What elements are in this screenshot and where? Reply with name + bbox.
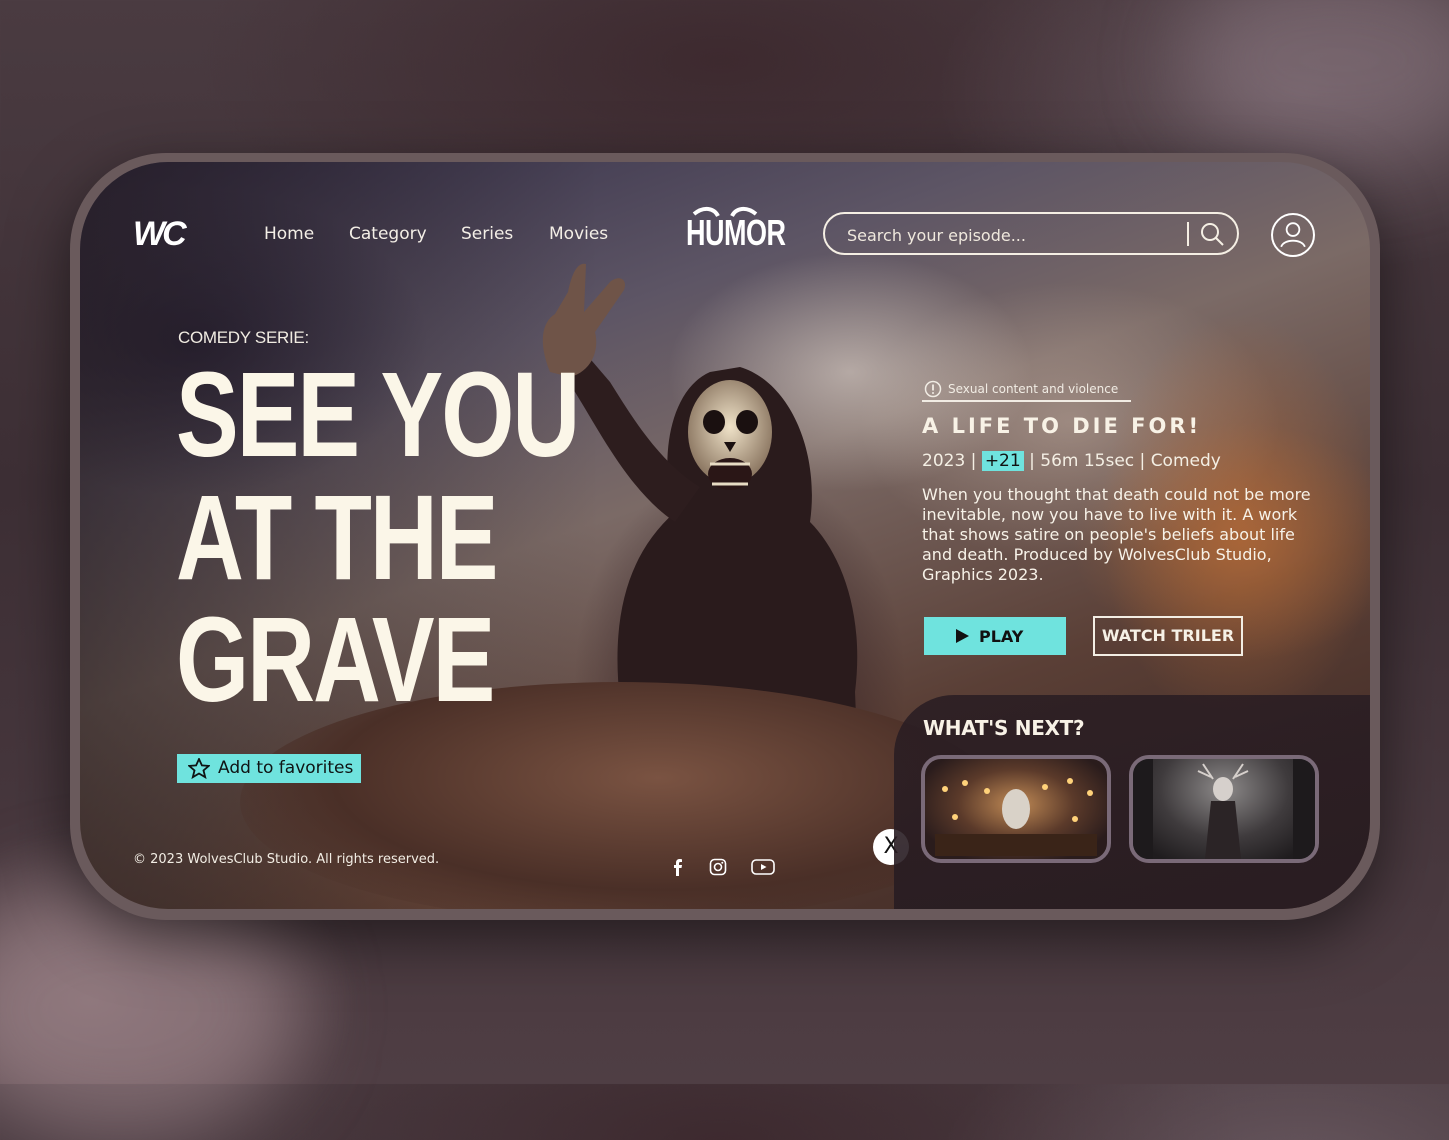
play-label: PLAY <box>979 627 1024 646</box>
user-icon[interactable] <box>1271 213 1315 257</box>
next-episode-thumbnail-2[interactable] <box>1129 755 1319 863</box>
nav-home[interactable]: Home <box>264 224 314 244</box>
hero-title-line-2: AT THE <box>176 470 498 605</box>
search-input[interactable] <box>845 222 1179 248</box>
search-divider <box>1187 222 1189 246</box>
candles-scene-image <box>935 778 1097 856</box>
episode-genre: Comedy <box>1150 451 1221 471</box>
info-icon <box>924 380 942 398</box>
series-kicker: COMEDY SERIE: <box>178 328 309 347</box>
hero-title-line-3: GRAVE <box>176 592 495 727</box>
nav-series[interactable]: Series <box>461 224 513 244</box>
youtube-icon[interactable] <box>751 858 775 876</box>
episode-meta: 2023 | +21 | 56m 15sec | Comedy <box>922 451 1221 471</box>
episode-title: A LIFE TO DIE FOR! <box>922 414 1202 438</box>
watch-trailer-button[interactable]: WATCH TRILER <box>1093 616 1243 656</box>
star-icon <box>188 758 210 779</box>
whats-next-heading: WHAT'S NEXT? <box>923 716 1085 740</box>
nav-movies[interactable]: Movies <box>549 224 608 244</box>
instagram-icon[interactable] <box>709 858 727 876</box>
add-to-favorites-button[interactable]: Add to favorites <box>177 754 361 783</box>
copyright-text: © 2023 WolvesClub Studio. All rights res… <box>133 852 440 867</box>
search-icon[interactable] <box>1197 220 1227 248</box>
age-rating-badge: +21 <box>981 451 1024 471</box>
warning-underline <box>922 400 1131 402</box>
play-icon <box>956 629 969 643</box>
brand-logo[interactable]: HUMOR <box>686 213 786 255</box>
facebook-icon[interactable] <box>671 858 685 876</box>
hero-title-line-1: SEE YOU <box>176 347 580 482</box>
episode-description: When you thought that death could not be… <box>922 485 1311 584</box>
site-logo[interactable]: WC <box>133 215 187 254</box>
play-button[interactable]: PLAY <box>924 617 1066 655</box>
episode-year: 2023 <box>922 451 966 471</box>
search-bar <box>823 212 1239 255</box>
episode-duration: 56m 15sec <box>1040 451 1135 471</box>
forest-creature-image <box>1133 759 1315 859</box>
background-blur <box>1180 0 1449 160</box>
content-warning: Sexual content and violence <box>948 382 1119 396</box>
nav-category[interactable]: Category <box>349 224 427 244</box>
favorites-label: Add to favorites <box>218 758 354 778</box>
next-episode-thumbnail-1[interactable] <box>921 755 1111 863</box>
